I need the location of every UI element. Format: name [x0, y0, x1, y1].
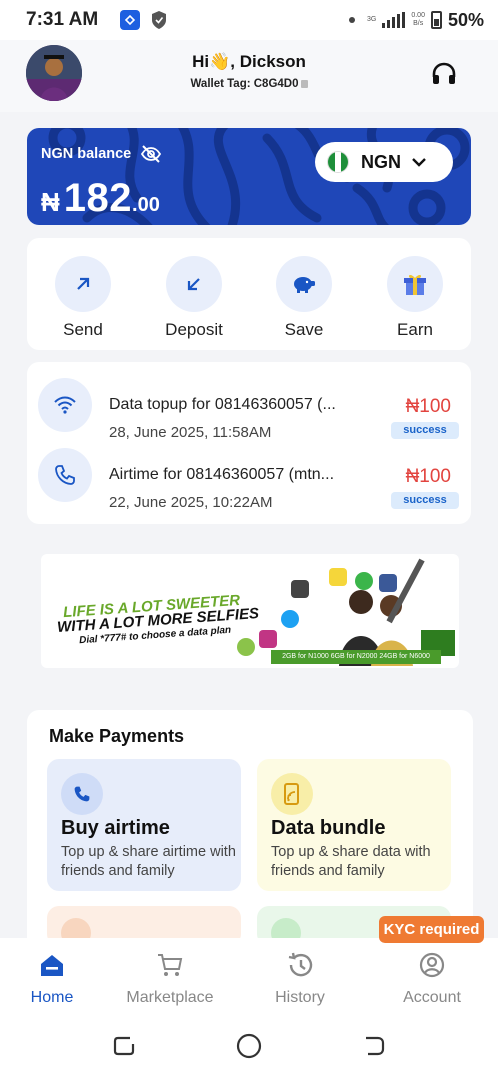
status-badge: success	[391, 492, 459, 509]
nav-marketplace[interactable]: Marketplace	[110, 950, 230, 1007]
transaction-title: Airtime for 08146360057 (mtn...	[109, 466, 335, 483]
wifi-icon-circle	[38, 378, 92, 432]
nav-account[interactable]: Account	[372, 950, 492, 1007]
transaction-title: Data topup for 08146360057 (...	[109, 396, 336, 413]
net-speed: 0.00 B/s	[411, 12, 425, 27]
phone-icon	[55, 465, 75, 485]
deposit-icon-circle	[166, 256, 222, 312]
promo-banner[interactable]: LIFE IS A LOT SWEETER WITH A LOT MORE SE…	[41, 554, 459, 668]
quick-actions: Send Deposit Save Earn	[27, 238, 471, 350]
balance-decimal: .00	[132, 194, 160, 216]
currency-code: NGN	[361, 151, 401, 172]
airtime-icon-circle	[61, 773, 103, 815]
balance-main: 182	[63, 176, 133, 220]
balance-label: NGN balance	[41, 146, 132, 162]
nav-history-label: History	[275, 989, 325, 1006]
earn-button[interactable]: Earn	[370, 256, 460, 340]
earn-icon-circle	[387, 256, 443, 312]
shield-icon	[152, 11, 167, 29]
app-notification-icon	[120, 10, 141, 30]
wifi-icon	[54, 396, 76, 414]
bbm-icon	[291, 580, 309, 598]
eye-off-icon[interactable]	[140, 143, 162, 165]
recent-transactions: Data topup for 08146360057 (... 28, June…	[27, 362, 471, 524]
transaction-date: 22, June 2025, 10:22AM	[109, 494, 273, 511]
buy-airtime-desc: Top up & share airtime with friends and …	[61, 844, 236, 879]
status-time: 7:31 AM	[26, 9, 99, 30]
wallet-tag[interactable]: Wallet Tag: C8G4D0	[0, 78, 498, 90]
system-navigation-bar	[0, 1014, 498, 1080]
headset-support-icon[interactable]	[430, 60, 458, 88]
send-icon-circle	[55, 256, 111, 312]
account-icon	[419, 952, 445, 978]
phone-icon-circle	[38, 448, 92, 502]
cart-icon	[158, 954, 183, 976]
earn-label: Earn	[397, 320, 433, 339]
back-icon[interactable]	[360, 1032, 388, 1060]
nav-history[interactable]: History	[240, 950, 360, 1007]
mobile-data-icon	[284, 783, 299, 805]
skype-icon	[281, 610, 299, 628]
history-icon	[288, 952, 313, 977]
buy-airtime-card[interactable]: Buy airtime Top up & share airtime with …	[47, 759, 241, 891]
piggy-bank-icon	[294, 277, 315, 293]
nav-account-label: Account	[403, 989, 461, 1006]
gift-icon	[404, 274, 426, 295]
currency-symbol: ₦	[41, 187, 60, 217]
wallet-tag-text: Wallet Tag: C8G4D0	[190, 78, 299, 90]
balance-amount: ₦ 182 .00	[41, 176, 160, 221]
transaction-row[interactable]: Data topup for 08146360057 (... 28, June…	[27, 372, 471, 442]
status-bar: 7:31 AM 3G 0.00 B/s 50%	[0, 0, 498, 40]
top-header: Hi👋, Dickson Wallet Tag: C8G4D0	[0, 40, 498, 112]
phone-icon	[74, 786, 90, 802]
recents-icon[interactable]	[110, 1032, 138, 1060]
nav-home-label: Home	[30, 989, 74, 1006]
status-badge: success	[391, 422, 459, 439]
send-button[interactable]: Send	[38, 256, 128, 340]
nav-marketplace-label: Marketplace	[126, 989, 214, 1006]
instagram-icon	[259, 630, 277, 648]
nav-home[interactable]: Home	[0, 950, 112, 1007]
banner-price-strip: 2GB for N1000 6GB for N2000 24GB for N60…	[271, 650, 441, 664]
bottom-navigation: Home Marketplace History Account	[0, 938, 498, 1014]
buy-airtime-title: Buy airtime	[61, 817, 170, 839]
nigeria-flag-icon	[327, 151, 349, 173]
arrow-down-left-icon	[187, 278, 200, 291]
greeting: Hi👋, Dickson	[192, 52, 306, 71]
kyc-required-badge[interactable]: KYC required	[379, 916, 484, 943]
copy-icon[interactable]	[300, 79, 308, 88]
home-icon	[41, 955, 63, 976]
battery-icon	[430, 11, 442, 29]
transaction-amount: ₦100	[405, 396, 451, 417]
battery-percent: 50%	[447, 9, 484, 30]
data-bundle-card[interactable]: Data bundle Top up & share data with fri…	[257, 759, 451, 891]
balance-card: NGN balance ₦ 182 .00 NGN	[27, 128, 471, 225]
chevron-down-icon	[412, 158, 426, 167]
currency-selector[interactable]: NGN	[315, 142, 453, 182]
network-type: 3G	[367, 16, 377, 23]
home-system-icon[interactable]	[235, 1032, 263, 1060]
arrow-up-right-icon	[77, 277, 90, 290]
hangouts-icon	[237, 638, 255, 656]
transaction-amount: ₦100	[405, 466, 451, 487]
data-bundle-title: Data bundle	[271, 817, 386, 839]
notification-dot-icon	[349, 17, 355, 23]
save-button[interactable]: Save	[259, 256, 349, 340]
transaction-date: 28, June 2025, 11:58AM	[109, 424, 272, 441]
make-payments-title: Make Payments	[49, 726, 185, 746]
deposit-label: Deposit	[165, 320, 223, 339]
make-payments-section: Make Payments Buy airtime Top up & share…	[27, 710, 473, 950]
data-bundle-desc: Top up & share data with friends and fam…	[271, 844, 431, 879]
signal-icon	[382, 12, 406, 28]
save-icon-circle	[276, 256, 332, 312]
transaction-row[interactable]: Airtime for 08146360057 (mtn... 22, June…	[27, 442, 471, 512]
deposit-button[interactable]: Deposit	[149, 256, 239, 340]
send-label: Send	[63, 320, 103, 339]
data-icon-circle	[271, 773, 313, 815]
save-label: Save	[284, 320, 324, 339]
